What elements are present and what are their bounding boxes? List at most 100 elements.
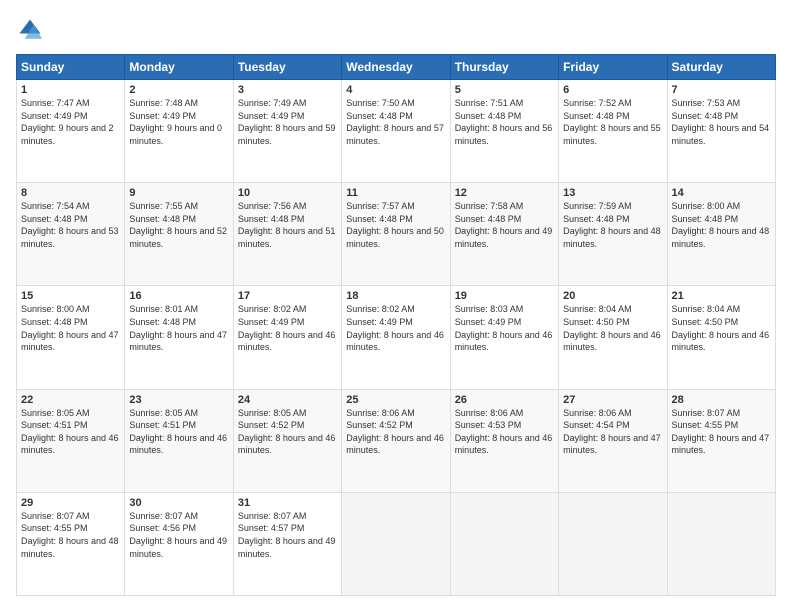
- weekday-row: SundayMondayTuesdayWednesdayThursdayFrid…: [17, 55, 776, 80]
- day-info: Sunrise: 8:02 AMSunset: 4:49 PMDaylight:…: [346, 303, 445, 353]
- day-number: 3: [238, 84, 337, 96]
- empty-cell: [450, 492, 558, 595]
- week-row-5: 29Sunrise: 8:07 AMSunset: 4:55 PMDayligh…: [17, 492, 776, 595]
- day-number: 20: [563, 290, 662, 302]
- day-cell-29: 29Sunrise: 8:07 AMSunset: 4:55 PMDayligh…: [17, 492, 125, 595]
- day-cell-13: 13Sunrise: 7:59 AMSunset: 4:48 PMDayligh…: [559, 183, 667, 286]
- day-info: Sunrise: 8:05 AMSunset: 4:51 PMDaylight:…: [129, 407, 228, 457]
- day-cell-3: 3Sunrise: 7:49 AMSunset: 4:49 PMDaylight…: [233, 80, 341, 183]
- day-number: 6: [563, 84, 662, 96]
- week-row-2: 8Sunrise: 7:54 AMSunset: 4:48 PMDaylight…: [17, 183, 776, 286]
- day-info: Sunrise: 7:51 AMSunset: 4:48 PMDaylight:…: [455, 97, 554, 147]
- day-cell-23: 23Sunrise: 8:05 AMSunset: 4:51 PMDayligh…: [125, 389, 233, 492]
- day-number: 5: [455, 84, 554, 96]
- weekday-header-monday: Monday: [125, 55, 233, 80]
- day-info: Sunrise: 7:50 AMSunset: 4:48 PMDaylight:…: [346, 97, 445, 147]
- day-cell-15: 15Sunrise: 8:00 AMSunset: 4:48 PMDayligh…: [17, 286, 125, 389]
- week-row-1: 1Sunrise: 7:47 AMSunset: 4:49 PMDaylight…: [17, 80, 776, 183]
- day-cell-6: 6Sunrise: 7:52 AMSunset: 4:48 PMDaylight…: [559, 80, 667, 183]
- day-info: Sunrise: 8:00 AMSunset: 4:48 PMDaylight:…: [21, 303, 120, 353]
- day-cell-14: 14Sunrise: 8:00 AMSunset: 4:48 PMDayligh…: [667, 183, 775, 286]
- day-info: Sunrise: 8:00 AMSunset: 4:48 PMDaylight:…: [672, 200, 771, 250]
- day-cell-24: 24Sunrise: 8:05 AMSunset: 4:52 PMDayligh…: [233, 389, 341, 492]
- day-info: Sunrise: 8:07 AMSunset: 4:55 PMDaylight:…: [21, 510, 120, 560]
- day-info: Sunrise: 8:03 AMSunset: 4:49 PMDaylight:…: [455, 303, 554, 353]
- day-cell-12: 12Sunrise: 7:58 AMSunset: 4:48 PMDayligh…: [450, 183, 558, 286]
- day-info: Sunrise: 8:05 AMSunset: 4:51 PMDaylight:…: [21, 407, 120, 457]
- day-number: 9: [129, 187, 228, 199]
- day-cell-9: 9Sunrise: 7:55 AMSunset: 4:48 PMDaylight…: [125, 183, 233, 286]
- day-number: 29: [21, 497, 120, 509]
- day-number: 31: [238, 497, 337, 509]
- day-cell-16: 16Sunrise: 8:01 AMSunset: 4:48 PMDayligh…: [125, 286, 233, 389]
- day-number: 23: [129, 394, 228, 406]
- day-info: Sunrise: 7:48 AMSunset: 4:49 PMDaylight:…: [129, 97, 228, 147]
- day-info: Sunrise: 8:01 AMSunset: 4:48 PMDaylight:…: [129, 303, 228, 353]
- day-cell-28: 28Sunrise: 8:07 AMSunset: 4:55 PMDayligh…: [667, 389, 775, 492]
- empty-cell: [667, 492, 775, 595]
- empty-cell: [342, 492, 450, 595]
- day-cell-1: 1Sunrise: 7:47 AMSunset: 4:49 PMDaylight…: [17, 80, 125, 183]
- day-number: 1: [21, 84, 120, 96]
- day-number: 27: [563, 394, 662, 406]
- calendar-table: SundayMondayTuesdayWednesdayThursdayFrid…: [16, 54, 776, 596]
- day-number: 18: [346, 290, 445, 302]
- day-info: Sunrise: 8:06 AMSunset: 4:53 PMDaylight:…: [455, 407, 554, 457]
- day-cell-2: 2Sunrise: 7:48 AMSunset: 4:49 PMDaylight…: [125, 80, 233, 183]
- day-number: 17: [238, 290, 337, 302]
- day-info: Sunrise: 8:05 AMSunset: 4:52 PMDaylight:…: [238, 407, 337, 457]
- day-number: 11: [346, 187, 445, 199]
- day-number: 28: [672, 394, 771, 406]
- day-cell-30: 30Sunrise: 8:07 AMSunset: 4:56 PMDayligh…: [125, 492, 233, 595]
- day-number: 14: [672, 187, 771, 199]
- day-number: 16: [129, 290, 228, 302]
- day-cell-19: 19Sunrise: 8:03 AMSunset: 4:49 PMDayligh…: [450, 286, 558, 389]
- day-number: 10: [238, 187, 337, 199]
- day-cell-25: 25Sunrise: 8:06 AMSunset: 4:52 PMDayligh…: [342, 389, 450, 492]
- weekday-header-saturday: Saturday: [667, 55, 775, 80]
- day-info: Sunrise: 7:58 AMSunset: 4:48 PMDaylight:…: [455, 200, 554, 250]
- weekday-header-friday: Friday: [559, 55, 667, 80]
- day-info: Sunrise: 7:49 AMSunset: 4:49 PMDaylight:…: [238, 97, 337, 147]
- day-number: 8: [21, 187, 120, 199]
- day-cell-26: 26Sunrise: 8:06 AMSunset: 4:53 PMDayligh…: [450, 389, 558, 492]
- day-info: Sunrise: 7:57 AMSunset: 4:48 PMDaylight:…: [346, 200, 445, 250]
- day-number: 25: [346, 394, 445, 406]
- day-info: Sunrise: 7:47 AMSunset: 4:49 PMDaylight:…: [21, 97, 120, 147]
- day-number: 19: [455, 290, 554, 302]
- day-cell-27: 27Sunrise: 8:06 AMSunset: 4:54 PMDayligh…: [559, 389, 667, 492]
- day-info: Sunrise: 8:04 AMSunset: 4:50 PMDaylight:…: [672, 303, 771, 353]
- weekday-header-sunday: Sunday: [17, 55, 125, 80]
- day-cell-22: 22Sunrise: 8:05 AMSunset: 4:51 PMDayligh…: [17, 389, 125, 492]
- page: SundayMondayTuesdayWednesdayThursdayFrid…: [0, 0, 792, 612]
- day-info: Sunrise: 7:54 AMSunset: 4:48 PMDaylight:…: [21, 200, 120, 250]
- logo: [16, 16, 48, 44]
- day-cell-17: 17Sunrise: 8:02 AMSunset: 4:49 PMDayligh…: [233, 286, 341, 389]
- day-info: Sunrise: 8:06 AMSunset: 4:54 PMDaylight:…: [563, 407, 662, 457]
- day-info: Sunrise: 8:07 AMSunset: 4:56 PMDaylight:…: [129, 510, 228, 560]
- day-info: Sunrise: 7:53 AMSunset: 4:48 PMDaylight:…: [672, 97, 771, 147]
- week-row-4: 22Sunrise: 8:05 AMSunset: 4:51 PMDayligh…: [17, 389, 776, 492]
- weekday-header-wednesday: Wednesday: [342, 55, 450, 80]
- logo-icon: [16, 16, 44, 44]
- day-cell-8: 8Sunrise: 7:54 AMSunset: 4:48 PMDaylight…: [17, 183, 125, 286]
- day-cell-10: 10Sunrise: 7:56 AMSunset: 4:48 PMDayligh…: [233, 183, 341, 286]
- day-cell-31: 31Sunrise: 8:07 AMSunset: 4:57 PMDayligh…: [233, 492, 341, 595]
- day-info: Sunrise: 7:59 AMSunset: 4:48 PMDaylight:…: [563, 200, 662, 250]
- day-cell-4: 4Sunrise: 7:50 AMSunset: 4:48 PMDaylight…: [342, 80, 450, 183]
- day-info: Sunrise: 8:07 AMSunset: 4:57 PMDaylight:…: [238, 510, 337, 560]
- day-number: 2: [129, 84, 228, 96]
- calendar-header: SundayMondayTuesdayWednesdayThursdayFrid…: [17, 55, 776, 80]
- day-number: 24: [238, 394, 337, 406]
- day-number: 12: [455, 187, 554, 199]
- day-cell-7: 7Sunrise: 7:53 AMSunset: 4:48 PMDaylight…: [667, 80, 775, 183]
- day-cell-5: 5Sunrise: 7:51 AMSunset: 4:48 PMDaylight…: [450, 80, 558, 183]
- day-number: 15: [21, 290, 120, 302]
- weekday-header-tuesday: Tuesday: [233, 55, 341, 80]
- header: [16, 16, 776, 44]
- day-number: 30: [129, 497, 228, 509]
- day-number: 7: [672, 84, 771, 96]
- calendar-body: 1Sunrise: 7:47 AMSunset: 4:49 PMDaylight…: [17, 80, 776, 596]
- week-row-3: 15Sunrise: 8:00 AMSunset: 4:48 PMDayligh…: [17, 286, 776, 389]
- day-cell-21: 21Sunrise: 8:04 AMSunset: 4:50 PMDayligh…: [667, 286, 775, 389]
